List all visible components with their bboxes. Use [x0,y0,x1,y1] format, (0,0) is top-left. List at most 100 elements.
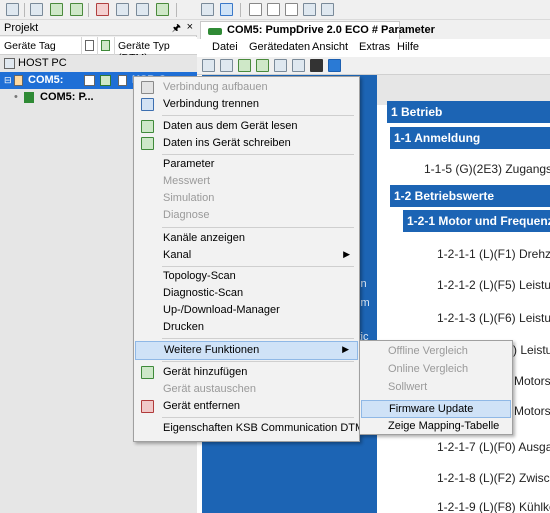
parameter-row[interactable]: c) Leistu [507,343,550,357]
connect-icon [141,81,154,94]
sync-icon[interactable] [292,59,305,72]
disconnect-icon [141,98,154,111]
io-icon[interactable] [310,59,323,72]
menu-item-geraet-entfernen[interactable]: Gerät entfernen [135,398,358,415]
section-anmeldung[interactable]: 1-1 Anmeldung [390,127,550,149]
submenu-item-online-vergleich[interactable]: Online Vergleich [361,361,511,379]
parameter-row[interactable]: 1-2-1-7 (L)(F0) Ausgar [437,440,550,454]
parameter-row[interactable]: Motors [514,374,550,388]
menu-item-daten-lesen[interactable]: Daten aus dem Gerät lesen [135,118,358,135]
pin-icon[interactable]: 🖈 [172,21,181,38]
column-header: Geräte Tag Geräte Typ (DTM) [0,37,197,64]
menu-item-eigenschaften[interactable]: Eigenschaften KSB Communication DTM [135,420,364,437]
menu-separator [162,227,354,228]
parameter-row[interactable]: 1-2-1-9 (L)(F8) Kühlkö [437,500,550,513]
offline-icon[interactable] [201,3,214,16]
menu-item-label: Gerät hinzufügen [163,366,248,378]
menu-separator [162,417,354,418]
submenu-item-mapping-tabelle[interactable]: Zeige Mapping-Tabelle [361,418,511,436]
submenu-item-label: Sollwert [388,381,428,393]
parameter-row[interactable]: 1-2-1-1 (L)(F1) Drehza [437,247,550,261]
column-divider[interactable] [97,37,98,55]
context-menu: Verbindung aufbauen Verbindung trennen D… [133,76,364,442]
menu-item-weitere-funktionen[interactable]: Weitere Funktionen ▶ [135,341,358,360]
parameter-row[interactable]: 1-1-5 (G)(2E3) Zugangsl [424,162,550,176]
read-device-icon[interactable] [50,3,63,16]
section-betriebswerte[interactable]: 1-2 Betriebswerte [390,185,550,207]
section-anmeldung-label: 1-1 Anmeldung [394,131,481,145]
menu-item-parameter[interactable]: Parameter [135,156,358,173]
collapse-icon[interactable]: ⊟ [4,75,12,86]
new-project-icon[interactable] [6,3,19,16]
menu-item-diagnose[interactable]: Diagnose [135,207,358,224]
menu-item-label: Diagnostic-Scan [163,287,244,299]
section-motor-frequenz[interactable]: 1-2-1 Motor und Frequenz [403,210,550,232]
tree-connector: • [14,91,18,103]
connect-icon[interactable] [202,59,215,72]
menu-item-up-download-manager[interactable]: Up-/Download-Manager [135,302,358,319]
device-icon[interactable] [116,3,129,16]
close-panel-button[interactable]: × [187,21,193,33]
menu-extras[interactable]: Extras [359,41,390,53]
menu-separator [162,338,354,339]
column-divider[interactable] [81,37,82,55]
parameter-row[interactable]: Motors [514,404,550,418]
submenu-item-sollwert[interactable]: Sollwert [361,379,511,397]
menu-item-drucken[interactable]: Drucken [135,319,358,336]
menu-item-diagnostic-scan[interactable]: Diagnostic-Scan [135,285,358,302]
tree-row-host[interactable]: HOST PC [0,55,197,72]
menu-item-label: Topology-Scan [163,270,236,282]
tree-label-com5-child: COM5: P... [40,91,94,103]
paste-icon[interactable] [285,3,298,16]
submenu-item-firmware-update[interactable]: Firmware Update [361,400,511,418]
trend-icon[interactable] [328,59,341,72]
submenu-item-offline-vergleich[interactable]: Offline Vergleich [361,343,511,361]
disconnect-icon[interactable] [220,59,233,72]
menu-geraetedaten[interactable]: Gerätedaten [249,41,310,53]
pump-device-icon [24,92,34,103]
menu-item-label: Eigenschaften KSB Communication DTM [163,422,365,434]
delete-icon[interactable] [96,3,109,16]
menu-item-topology-scan[interactable]: Topology-Scan [135,268,358,285]
menu-ansicht[interactable]: Ansicht [312,41,348,53]
read-device-icon[interactable] [238,59,251,72]
section-betrieb[interactable]: 1 Betrieb [387,101,550,123]
menu-item-simulation[interactable]: Simulation [135,190,358,207]
device-catalog-icon[interactable] [30,3,43,16]
menu-item-kanaele-anzeigen[interactable]: Kanäle anzeigen [135,230,358,247]
tab-parameter[interactable]: COM5: PumpDrive 2.0 ECO # Parameter [200,21,435,39]
menu-item-messwert[interactable]: Messwert [135,173,358,190]
write-device-icon[interactable] [70,3,83,16]
menu-item-label: Gerät entfernen [163,400,241,412]
read-device-icon [141,120,154,133]
pump-device-icon [208,28,222,35]
new-document-icon[interactable] [249,3,262,16]
menu-item-verbindung-aufbauen[interactable]: Verbindung aufbauen [135,79,358,96]
window-cascade-icon[interactable] [321,3,334,16]
online-icon[interactable] [220,3,233,16]
menu-item-label: Parameter [163,158,215,170]
submenu-arrow-icon: ▶ [343,249,350,259]
window-icon[interactable] [303,3,316,16]
menu-item-geraet-hinzufuegen[interactable]: Gerät hinzufügen [135,364,358,381]
column-divider[interactable] [114,37,115,55]
copy-icon[interactable] [267,3,280,16]
menu-item-kanal[interactable]: Kanal ▶ [135,247,358,264]
scan-icon[interactable] [156,3,169,16]
menu-item-label: Up-/Download-Manager [163,304,280,316]
submenu-item-label: Firmware Update [389,403,474,415]
menu-item-daten-schreiben[interactable]: Daten ins Gerät schreiben [135,135,358,152]
parameter-row[interactable]: 1-2-1-2 (L)(F5) Leistur [437,278,550,292]
column-tag[interactable]: Geräte Tag [4,40,56,52]
parameter-row[interactable]: 1-2-1-3 (L)(F6) Leistur [437,311,550,325]
menu-datei[interactable]: Datei [212,41,238,53]
weitere-funktionen-submenu: Offline Vergleich Online Vergleich Sollw… [359,340,513,435]
submenu-arrow-icon: ▶ [342,344,349,354]
menu-item-verbindung-trennen[interactable]: Verbindung trennen [135,96,358,113]
refresh-icon[interactable] [274,59,287,72]
parameter-row[interactable]: 1-2-1-8 (L)(F2) Zwisch [437,471,550,485]
menu-hilfe[interactable]: Hilfe [397,41,419,53]
menu-item-geraet-austauschen[interactable]: Gerät austauschen [135,381,358,398]
settings-icon[interactable] [136,3,149,16]
write-device-icon[interactable] [256,59,269,72]
